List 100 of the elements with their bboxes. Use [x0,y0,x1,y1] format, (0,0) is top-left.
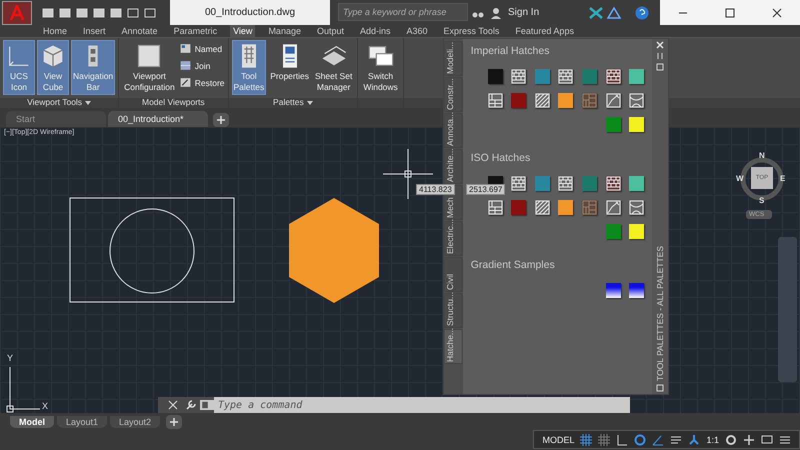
gradient-swatch[interactable] [629,283,644,298]
ribbon-button[interactable]: Join [178,59,224,72]
sign-in-link[interactable]: Sign In [508,7,540,18]
angle-icon[interactable] [652,434,664,446]
ribbon-button[interactable]: Viewport Configuration [122,40,177,95]
ucs-axes-icon [6,366,40,412]
palette-tab[interactable]: Annota... [444,113,463,148]
solid-fill-swatch[interactable] [629,117,644,132]
palette-tab[interactable]: Electric... [444,221,463,256]
panel-title[interactable]: Model Viewports [138,97,209,108]
viewport-icon [178,59,192,72]
triangle-network-icon[interactable] [607,6,622,18]
model-space-button[interactable]: MODEL [542,434,574,444]
solid-fill-swatch[interactable] [582,69,598,84]
command-input[interactable]: Type a command [214,397,630,413]
user-icon[interactable] [490,6,502,18]
wrench-icon[interactable] [186,400,196,410]
compass-label: S [759,196,764,205]
solid-fill-swatch[interactable] [558,93,574,108]
ortho-icon[interactable] [616,434,628,446]
palette-section-title: ISO Hatches [470,152,532,164]
ribbon-tab[interactable]: View [230,25,256,37]
maximize-icon[interactable] [724,8,735,18]
ribbon-tab[interactable]: Parametric [170,25,220,37]
solid-fill-swatch[interactable] [582,176,598,191]
help-icon[interactable] [635,6,650,20]
ribbon-tab[interactable]: Featured Apps [512,25,577,37]
monitor-icon[interactable] [761,434,773,446]
palette-tab[interactable]: Modeli... [444,41,463,76]
file-tab[interactable]: Start [6,111,106,127]
solid-fill-swatch[interactable] [629,176,644,191]
compass-label: E [780,174,786,183]
caret-icon [85,100,92,104]
ribbon-tab[interactable]: Insert [80,25,109,37]
palette-tab[interactable]: Structu... [444,293,463,328]
palette-tab[interactable]: Archite... [444,149,463,184]
hatch-pattern-swatch[interactable] [582,93,598,108]
solid-fill-swatch[interactable] [534,176,550,191]
ribbon-button[interactable]: Named [178,42,224,55]
ribbon-tab[interactable]: A360 [404,25,431,37]
annotation-scale-icon[interactable] [688,434,700,446]
solid-fill-swatch[interactable] [511,93,526,108]
plus-icon [170,418,178,426]
ribbon-button[interactable]: Tool Palettes [232,40,266,95]
app-logo-icon [9,5,25,21]
coordinate-tooltip: 4113.823 [416,184,455,195]
palette-tab[interactable]: Hatche... [444,329,463,364]
ribbon-button[interactable]: Sheet Set Manager [312,40,354,95]
palette-section-title: Imperial Hatches [470,45,550,57]
ribbon-tab[interactable]: Manage [265,25,304,37]
auto-hide-icon[interactable] [656,52,664,60]
solid-fill-swatch[interactable] [558,200,574,215]
ribbon-tab[interactable]: Output [314,25,347,37]
ribbon-tab[interactable]: Home [40,25,70,37]
layout-tab[interactable]: Model [10,416,54,428]
polar-tracking-icon[interactable] [634,434,646,446]
prompt-icon[interactable] [200,400,214,410]
ribbon-button[interactable]: Switch Windows [361,40,400,95]
ribbon-button[interactable]: Restore [178,76,224,89]
panel-title[interactable]: Palettes [269,97,317,108]
search-field[interactable]: Type a keyword or phrase [338,3,468,21]
snap-grid-icon[interactable] [598,434,610,446]
layout-tab[interactable]: Layout1 [57,416,108,428]
panel-title[interactable]: Viewport Tools [23,97,96,108]
palette-tab[interactable]: Civil [444,257,463,292]
solid-fill-swatch[interactable] [606,117,621,132]
y-axis-label: Y [7,353,14,363]
palette-tab[interactable]: Constr... [444,77,463,112]
settings-icon[interactable] [725,434,737,446]
gradient-swatch[interactable] [606,283,621,298]
ribbon-button[interactable]: Navigation Bar [71,40,116,95]
new-layout-button[interactable] [166,414,182,428]
solid-fill-swatch[interactable] [488,69,503,84]
file-tab[interactable]: 00_Introduction* [108,111,208,127]
menu-icon[interactable] [779,434,791,446]
window-title: 00_Introduction.dwg [170,0,330,25]
ribbon-button[interactable]: View Cube [37,40,69,95]
scale-selector[interactable]: 1:1 [706,434,719,444]
solid-fill-swatch[interactable] [629,224,644,239]
compass-label: W [736,174,744,183]
palette-section-title: Gradient Samples [470,259,556,271]
ribbon-tab[interactable]: Annotate [118,25,161,37]
solid-fill-swatch[interactable] [534,69,550,84]
solid-fill-swatch[interactable] [511,200,526,215]
new-tab-button[interactable] [213,113,229,127]
layout-tab[interactable]: Layout2 [110,416,160,428]
ribbon-button[interactable]: Properties [268,40,311,95]
hatch-pattern-swatch[interactable] [582,200,598,215]
ribbon-button[interactable]: UCS Icon [3,40,35,95]
solid-fill-swatch[interactable] [629,69,644,84]
compass-label: N [759,151,765,160]
application-menu-button[interactable] [2,1,32,25]
grid-icon[interactable] [580,434,592,446]
close-icon[interactable] [772,8,782,18]
viewport-icon [178,76,192,89]
ribbon-tab[interactable]: Add-ins [357,25,394,37]
solid-fill-swatch[interactable] [606,224,621,239]
plus-icon[interactable] [743,434,755,446]
ribbon-tab[interactable]: Express Tools [440,25,502,37]
lineweight-icon[interactable] [670,434,682,446]
